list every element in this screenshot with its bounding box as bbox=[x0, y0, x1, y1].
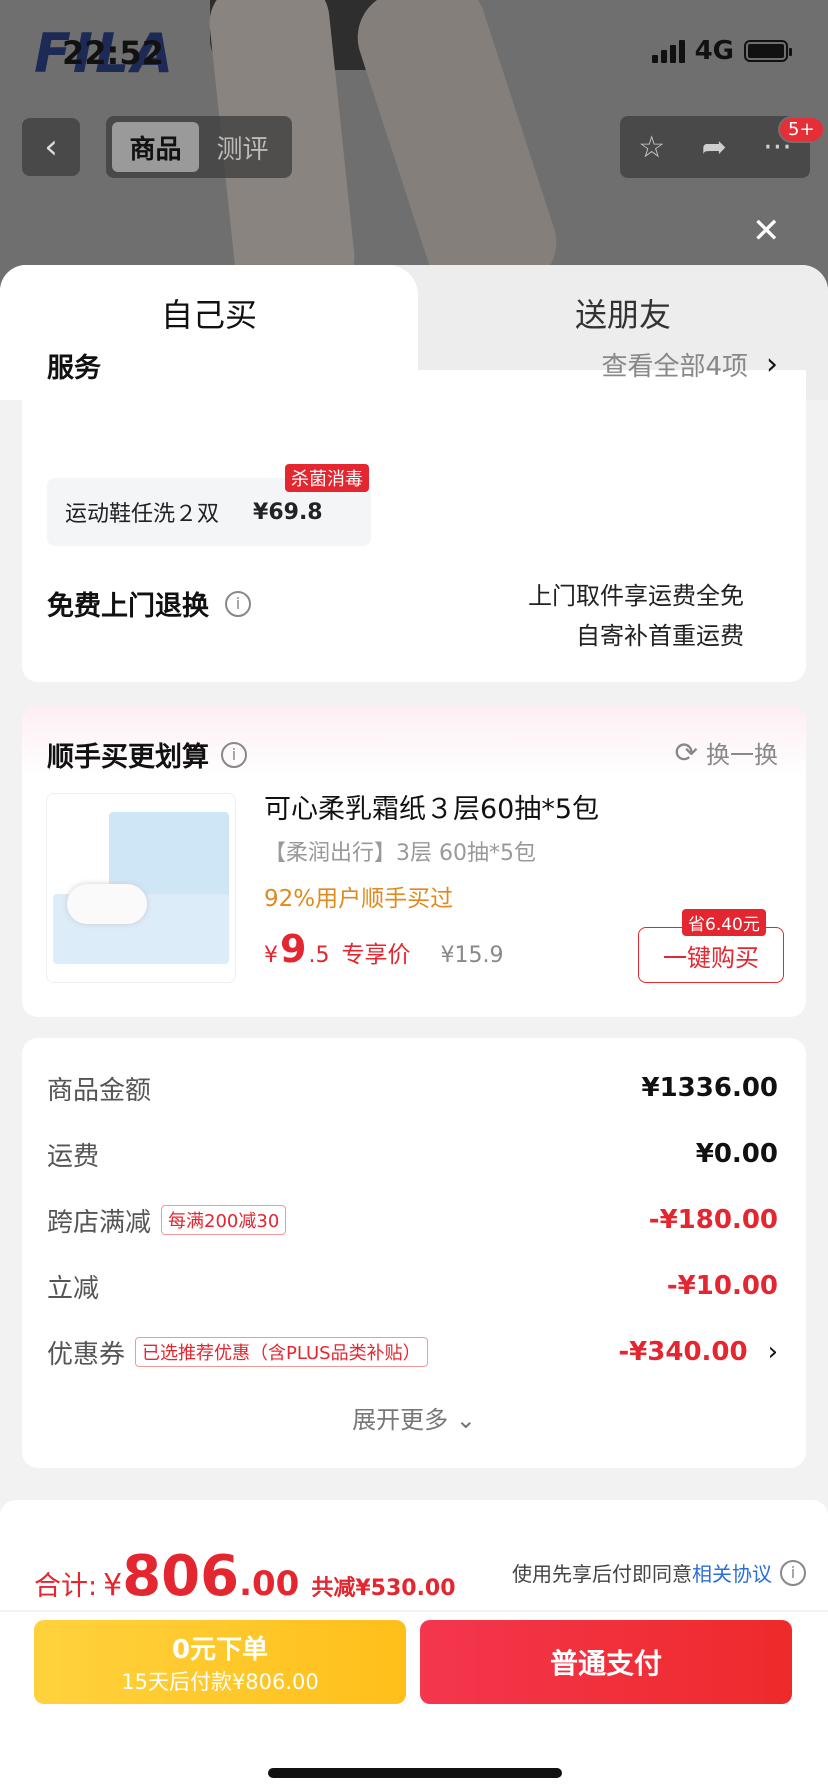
summary-row-shipping: 运费 ¥0.00 bbox=[47, 1134, 778, 1174]
row-value: -¥340.00 bbox=[618, 1337, 748, 1367]
service-card: 服务 查看全部4项 › 运动鞋任洗２双 ¥69.8 杀菌消毒 免费上门退换 i … bbox=[22, 347, 806, 682]
info-icon[interactable]: i bbox=[780, 1559, 806, 1586]
original-price: ¥15.9 bbox=[440, 943, 504, 968]
refresh-icon: ⟳ bbox=[674, 736, 698, 769]
row-value: ¥0.00 bbox=[695, 1139, 778, 1169]
view-all-label: 查看全部4项 bbox=[601, 352, 748, 382]
pay-later-title: 0元下单 bbox=[171, 1634, 269, 1665]
price-summary-card: 商品金额 ¥1336.00 运费 ¥0.00 跨店满减 每满200减30 -¥1… bbox=[22, 1038, 806, 1468]
addon-card: 顺手买更划算 i ⟳ 换一换 可心柔乳霜纸３层60抽*5包 【柔润出行】3层 6… bbox=[22, 705, 806, 1017]
return-line-2: 自寄补首重运费 bbox=[576, 622, 744, 650]
row-label: 运费 bbox=[47, 1141, 100, 1172]
summary-row-coupon[interactable]: 优惠券 已选推荐优惠（含PLUS品类补贴） -¥340.00 › bbox=[47, 1332, 778, 1372]
row-label: 跨店满减 bbox=[47, 1207, 152, 1238]
price-integer: 9 bbox=[280, 927, 307, 971]
row-label: 立减 bbox=[47, 1273, 100, 1304]
product-tabs: 商品 测评 bbox=[106, 116, 292, 178]
service-price: ¥69.8 bbox=[253, 499, 323, 525]
row-value: ¥1336.00 bbox=[641, 1073, 778, 1103]
row-tag: 每满200减30 bbox=[161, 1205, 287, 1235]
addon-title-row: 顺手买更划算 i bbox=[47, 735, 247, 774]
chevron-down-icon: ⌄ bbox=[455, 1406, 476, 1434]
summary-row-goods: 商品金额 ¥1336.00 bbox=[47, 1068, 778, 1108]
tab-review[interactable]: 测评 bbox=[199, 122, 286, 172]
back-button[interactable]: ‹ bbox=[22, 118, 80, 176]
pay-later-subtitle: 15天后付款¥806.00 bbox=[121, 1669, 319, 1694]
product-title[interactable]: 可心柔乳霜纸３层60抽*5包 bbox=[264, 787, 599, 826]
refresh-button[interactable]: ⟳ 换一换 bbox=[675, 735, 778, 770]
status-indicators: 4G bbox=[651, 36, 792, 66]
expand-label: 展开更多 bbox=[352, 1406, 449, 1434]
total-integer: 806 bbox=[122, 1544, 240, 1609]
normal-pay-button[interactable]: 普通支付 bbox=[420, 1620, 792, 1704]
agreement-note: 使用先享后付即同意 相关协议 i bbox=[512, 1558, 806, 1587]
product-subtitle: 【柔润出行】3层 60抽*5包 bbox=[264, 841, 536, 866]
network-type: 4G bbox=[694, 36, 734, 66]
row-label: 优惠券 bbox=[47, 1339, 126, 1370]
share-icon[interactable]: ➦ bbox=[702, 130, 727, 165]
service-title: 服务 bbox=[47, 353, 101, 384]
checkout-footer: 合计: ¥ 806 .00 共减¥530.00 使用先享后付即同意 相关协议 i… bbox=[0, 1500, 828, 1792]
total-decimal: .00 bbox=[239, 1564, 300, 1604]
product-thumbnail[interactable] bbox=[46, 793, 236, 983]
service-tag: 杀菌消毒 bbox=[285, 464, 369, 492]
addon-title: 顺手买更划算 bbox=[47, 742, 209, 773]
refresh-label: 换一换 bbox=[706, 741, 778, 769]
total-label: 合计: bbox=[34, 1571, 98, 1602]
total-symbol: ¥ bbox=[103, 1568, 123, 1603]
save-tag: 省6.40元 bbox=[682, 909, 766, 936]
price-label: 专享价 bbox=[341, 942, 411, 968]
return-policy-text: 上门取件享运费全免 自寄补首重运费 bbox=[528, 576, 744, 656]
divider bbox=[0, 1610, 828, 1612]
row-label: 商品金额 bbox=[47, 1075, 152, 1106]
summary-row-instant: 立减 -¥10.00 bbox=[47, 1266, 778, 1306]
agreement-text: 使用先享后付即同意 bbox=[512, 1562, 692, 1586]
price-decimal: .5 bbox=[308, 943, 330, 968]
agreement-link[interactable]: 相关协议 bbox=[692, 1558, 772, 1587]
signal-icon bbox=[651, 39, 685, 63]
pay-later-button[interactable]: 0元下单 15天后付款¥806.00 bbox=[34, 1620, 406, 1704]
battery-icon bbox=[744, 40, 792, 62]
free-return-title: 免费上门退换 bbox=[47, 591, 209, 622]
product-leg-shape bbox=[345, 0, 569, 300]
info-icon[interactable]: i bbox=[225, 590, 251, 617]
tab-product[interactable]: 商品 bbox=[112, 122, 199, 172]
row-value: -¥10.00 bbox=[666, 1271, 778, 1301]
product-price: ¥ 9 .5 专享价 ¥15.9 bbox=[264, 927, 503, 971]
service-name: 运动鞋任洗２双 bbox=[65, 502, 220, 527]
return-line-1: 上门取件享运费全免 bbox=[528, 582, 744, 610]
summary-row-cross-store: 跨店满减 每满200减30 -¥180.00 bbox=[47, 1200, 778, 1240]
info-icon[interactable]: i bbox=[221, 741, 247, 768]
status-time: 22:52 bbox=[62, 34, 164, 72]
total-saved: 共减¥530.00 bbox=[311, 1576, 456, 1601]
tissue-shape bbox=[67, 884, 147, 924]
free-return-row: 免费上门退换 i bbox=[47, 584, 251, 623]
home-indicator bbox=[268, 1768, 562, 1778]
chevron-right-icon: › bbox=[766, 347, 778, 382]
view-all-services[interactable]: 查看全部4项 › bbox=[601, 346, 778, 383]
price-symbol: ¥ bbox=[264, 943, 278, 968]
message-badge: 5+ bbox=[778, 116, 825, 143]
row-tag: 已选推荐优惠（含PLUS品类补贴） bbox=[135, 1337, 428, 1367]
chevron-right-icon: › bbox=[767, 1337, 778, 1367]
expand-more[interactable]: 展开更多 ⌄ bbox=[22, 1400, 806, 1435]
row-value: -¥180.00 bbox=[648, 1205, 778, 1235]
chevron-left-icon: ‹ bbox=[44, 127, 58, 167]
total-price: 合计: ¥ 806 .00 共减¥530.00 bbox=[34, 1544, 456, 1609]
star-icon[interactable]: ☆ bbox=[638, 130, 665, 165]
buy-rate: 92%用户顺手买过 bbox=[264, 886, 454, 912]
close-icon[interactable]: ✕ bbox=[752, 214, 781, 248]
